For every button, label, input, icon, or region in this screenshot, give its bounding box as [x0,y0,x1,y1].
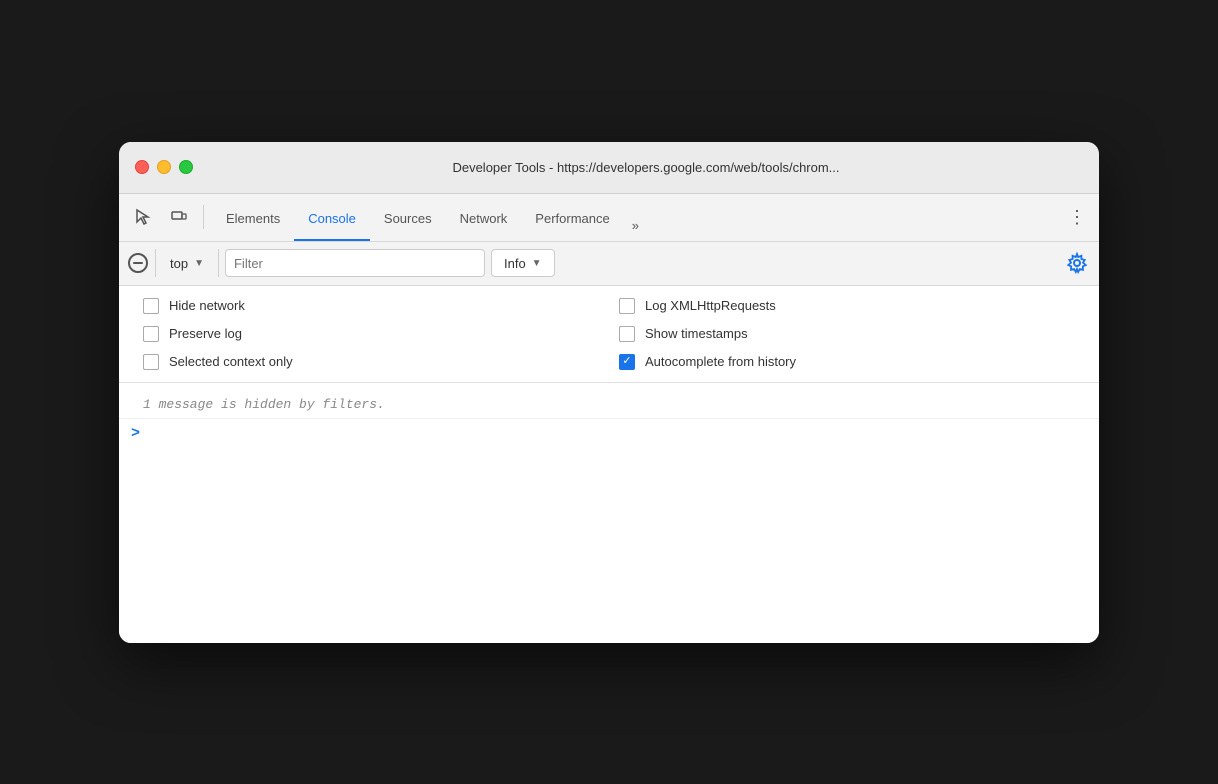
window-title: Developer Tools - https://developers.goo… [209,160,1083,175]
more-options-button[interactable]: ⋮ [1063,203,1091,231]
tab-sources[interactable]: Sources [370,198,446,241]
tab-overflow-button[interactable]: » [624,210,647,241]
tab-bar: Elements Console Sources Network Perform… [212,194,1059,241]
log-xmlhttp-checkbox[interactable] [619,298,635,314]
tab-network[interactable]: Network [446,198,522,241]
setting-preserve-log: Preserve log [143,326,599,342]
console-toolbar: top ▼ Info ▼ [119,242,1099,286]
console-filter-input[interactable] [225,249,485,277]
tab-performance[interactable]: Performance [521,198,623,241]
console-toolbar-divider2 [218,249,219,277]
setting-show-timestamps: Show timestamps [619,326,1075,342]
context-selector[interactable]: top ▼ [162,252,212,275]
setting-autocomplete-history: Autocomplete from history [619,354,1075,370]
console-toolbar-divider [155,249,156,277]
preserve-log-checkbox[interactable] [143,326,159,342]
hidden-message: 1 message is hidden by filters. [119,391,1099,419]
tab-elements[interactable]: Elements [212,198,294,241]
gear-icon [1066,252,1088,274]
console-prompt[interactable]: > [131,425,140,442]
level-dropdown-arrow: ▼ [532,258,542,269]
main-toolbar: Elements Console Sources Network Perform… [119,194,1099,242]
maximize-button[interactable] [179,160,193,174]
console-input-row: > [119,419,1099,448]
console-content: 1 message is hidden by filters. > [119,383,1099,643]
selected-context-checkbox[interactable] [143,354,159,370]
setting-selected-context: Selected context only [143,354,599,370]
no-entry-icon [128,253,148,273]
context-dropdown-arrow: ▼ [194,258,204,269]
setting-hide-network: Hide network [143,298,599,314]
cursor-icon [134,208,152,226]
console-settings-button[interactable] [1063,249,1091,277]
autocomplete-history-checkbox[interactable] [619,354,635,370]
setting-log-xmlhttp: Log XMLHttpRequests [619,298,1075,314]
settings-panel: Hide network Log XMLHttpRequests Preserv… [119,286,1099,383]
minimize-button[interactable] [157,160,171,174]
inspect-element-button[interactable] [127,201,159,233]
device-toggle-button[interactable] [163,201,195,233]
close-button[interactable] [135,160,149,174]
device-icon [170,208,188,226]
show-timestamps-checkbox[interactable] [619,326,635,342]
log-level-select[interactable]: Info ▼ [491,249,555,277]
hide-network-checkbox[interactable] [143,298,159,314]
clear-console-button[interactable] [127,252,149,274]
traffic-lights [135,160,193,174]
title-bar: Developer Tools - https://developers.goo… [119,142,1099,194]
toolbar-divider [203,205,204,229]
devtools-window: Developer Tools - https://developers.goo… [119,142,1099,643]
tab-console[interactable]: Console [294,198,370,241]
